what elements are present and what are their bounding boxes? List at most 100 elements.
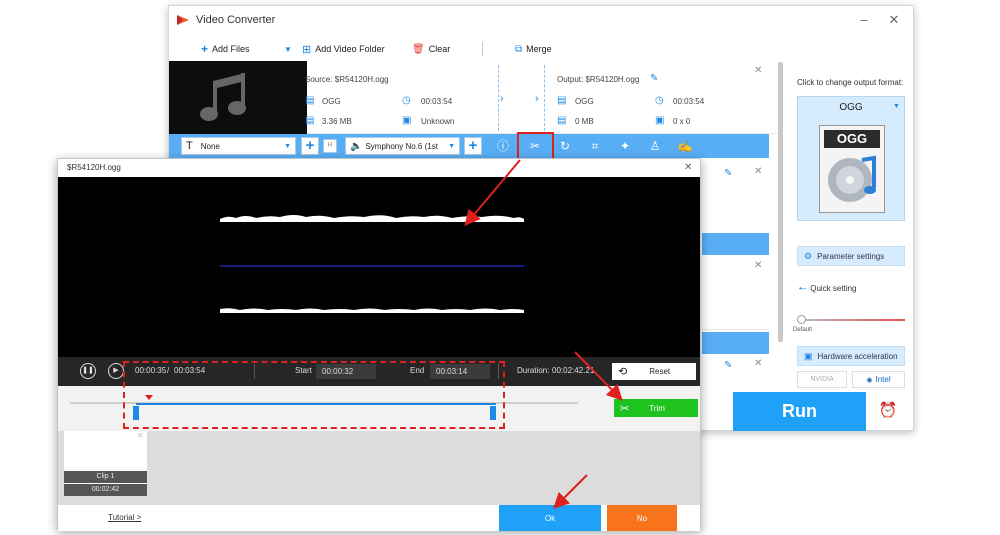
add-video-folder-button[interactable]: ⊞ Add Video Folder bbox=[302, 42, 385, 56]
hardware-acceleration-button[interactable]: ▣ Hardware acceleration bbox=[797, 346, 905, 366]
trim-label: Trim bbox=[649, 403, 665, 413]
output-resolution: 0 x 0 bbox=[673, 117, 691, 126]
format-icon: ▤ bbox=[557, 95, 567, 106]
chip-icon: ▣ bbox=[804, 350, 813, 361]
source-resolution: Unknown bbox=[421, 117, 455, 126]
source-duration: 00:03:54 bbox=[421, 97, 453, 106]
list-scrollbar[interactable] bbox=[778, 62, 783, 342]
nvidia-label: NVIDIA bbox=[810, 376, 834, 383]
output-label: Output: $R54120H.ogg bbox=[557, 75, 640, 84]
duration-value: 00:02:42.21 bbox=[552, 366, 595, 375]
rotate-icon[interactable]: ↻ bbox=[557, 138, 573, 154]
output-format: OGG bbox=[575, 97, 594, 106]
reset-icon: ⟲ bbox=[618, 366, 628, 378]
dialog-footer: Tutorial > Ok No bbox=[58, 505, 700, 531]
nvidia-option[interactable]: NVIDIA bbox=[797, 371, 847, 388]
alarm-clock-icon[interactable]: ⏰ bbox=[872, 399, 904, 423]
trim-dialog: $R54120H.ogg ✕ ❚❚ ▶ 00:00:35 / 00:03:54 … bbox=[57, 158, 701, 531]
trash-icon: 🗑 bbox=[412, 43, 425, 55]
main-toolbar: + Add Files ▼ ⊞ Add Video Folder 🗑 Clear… bbox=[169, 38, 779, 60]
edit-icon[interactable]: ✍ bbox=[677, 138, 693, 154]
list-edit-bar bbox=[702, 233, 769, 255]
pause-icon[interactable]: ❚❚ bbox=[80, 363, 96, 379]
tutorial-link[interactable]: Tutorial > bbox=[108, 513, 141, 522]
ok-button[interactable]: Ok bbox=[499, 505, 601, 531]
annotation-highlight bbox=[517, 132, 554, 161]
run-label: Run bbox=[782, 401, 817, 421]
output-panel: Click to change output format: OGG ▼ OGG… bbox=[789, 61, 915, 396]
no-button[interactable]: No bbox=[607, 505, 677, 531]
merge-label: Merge bbox=[526, 44, 552, 54]
edit-name-icon: ✎ bbox=[724, 168, 733, 179]
add-subtitle-button[interactable]: + bbox=[301, 137, 319, 155]
dash-icon: •– bbox=[799, 284, 807, 293]
disc-icon bbox=[828, 155, 876, 202]
effects-icon[interactable]: ✦ bbox=[617, 138, 633, 154]
subtitle-select[interactable]: T None ▼ bbox=[181, 137, 296, 155]
quick-setting: •– Quick setting bbox=[799, 284, 857, 293]
add-files-dropdown[interactable]: ▼ bbox=[284, 42, 292, 56]
remove-file-icon[interactable]: ✕ bbox=[754, 65, 762, 76]
remove-clip-icon[interactable]: ✕ bbox=[137, 431, 144, 440]
ok-label: Ok bbox=[544, 513, 556, 523]
file-item[interactable]: Source: $R54120H.ogg ▤ OGG ◷ 00:03:54 ▤ … bbox=[169, 61, 779, 134]
merge-button[interactable]: ⧉ Merge bbox=[515, 42, 552, 56]
app-title: Video Converter bbox=[196, 14, 276, 26]
source-size: 3.36 MB bbox=[322, 117, 352, 126]
quality-slider[interactable] bbox=[799, 319, 905, 321]
hardware-acceleration-label: Hardware acceleration bbox=[817, 351, 898, 361]
caret-down-icon: ▼ bbox=[893, 103, 900, 110]
waveform-preview bbox=[58, 177, 700, 357]
watermark-icon[interactable]: ♙ bbox=[647, 138, 663, 154]
sliders-icon: ⚙ bbox=[804, 250, 813, 261]
parameter-settings-button[interactable]: ⚙ Parameter settings bbox=[797, 246, 905, 266]
clear-label: Clear bbox=[428, 44, 451, 54]
audio-track-select[interactable]: 🔈 Symphony No.6 (1st ▼ bbox=[345, 137, 460, 155]
ogg-file-icon: OGG bbox=[819, 125, 885, 213]
arrow-right-icon: › bbox=[535, 93, 539, 105]
clip-item[interactable]: ✕ Clip 1 00:02:42 bbox=[64, 431, 147, 496]
list-item: ✎ ✕ bbox=[702, 356, 769, 386]
close-window-button[interactable]: ✕ bbox=[887, 12, 901, 28]
output-format-selector[interactable]: OGG ▼ OGG bbox=[797, 96, 905, 221]
add-files-label: Add Files bbox=[212, 44, 250, 54]
trim-button[interactable]: ✂ Trim bbox=[614, 399, 698, 417]
music-note-icon bbox=[200, 73, 246, 121]
quality-slider-handle[interactable] bbox=[797, 315, 806, 324]
file-size-icon: ▤ bbox=[305, 115, 315, 126]
output-format-name: OGG bbox=[839, 102, 863, 113]
minimize-button[interactable]: – bbox=[857, 12, 871, 28]
list-edit-bar bbox=[702, 332, 769, 354]
info-icon[interactable]: ⓘ bbox=[495, 138, 511, 154]
quick-setting-label: Quick setting bbox=[810, 284, 857, 293]
close-dialog-icon[interactable]: ✕ bbox=[684, 162, 692, 173]
subtitle-settings-icon[interactable]: H bbox=[323, 139, 337, 153]
speaker-icon: 🔈 bbox=[350, 140, 363, 152]
ogg-file-icon-text: OGG bbox=[824, 130, 880, 148]
reset-button[interactable]: ⟲ Reset bbox=[612, 363, 696, 380]
clip-list: ✕ Clip 1 00:02:42 bbox=[58, 431, 700, 505]
output-duration: 00:03:54 bbox=[673, 97, 705, 106]
text-icon: T bbox=[186, 140, 193, 152]
folder-plus-icon: ⊞ bbox=[302, 43, 312, 56]
list-item: ✎ ✕ bbox=[702, 164, 769, 234]
next-frame-icon[interactable]: ▶ bbox=[108, 363, 124, 379]
crop-icon[interactable]: ⌗ bbox=[587, 138, 603, 154]
source-format: OGG bbox=[322, 97, 341, 106]
edit-name-icon[interactable]: ✎ bbox=[650, 73, 658, 84]
intel-option[interactable]: ◉ Intel bbox=[852, 371, 905, 388]
title-bar: Video Converter – ✕ bbox=[169, 6, 913, 36]
add-audio-track-button[interactable]: + bbox=[464, 137, 482, 155]
scissors-icon: ✂ bbox=[620, 402, 630, 415]
clear-button[interactable]: 🗑 Clear bbox=[412, 42, 450, 56]
annotation-highlight bbox=[123, 361, 505, 429]
waveform-icon bbox=[220, 215, 524, 313]
audio-track-value: Symphony No.6 (1st bbox=[365, 141, 438, 151]
trim-window-title: $R54120H.ogg bbox=[67, 163, 121, 172]
no-label: No bbox=[636, 513, 648, 523]
reset-label: Reset bbox=[649, 367, 671, 376]
add-files-button[interactable]: + Add Files bbox=[201, 42, 250, 56]
clip-name: Clip 1 bbox=[64, 471, 147, 483]
change-format-label: Click to change output format: bbox=[797, 78, 904, 87]
run-button[interactable]: Run bbox=[733, 392, 866, 431]
